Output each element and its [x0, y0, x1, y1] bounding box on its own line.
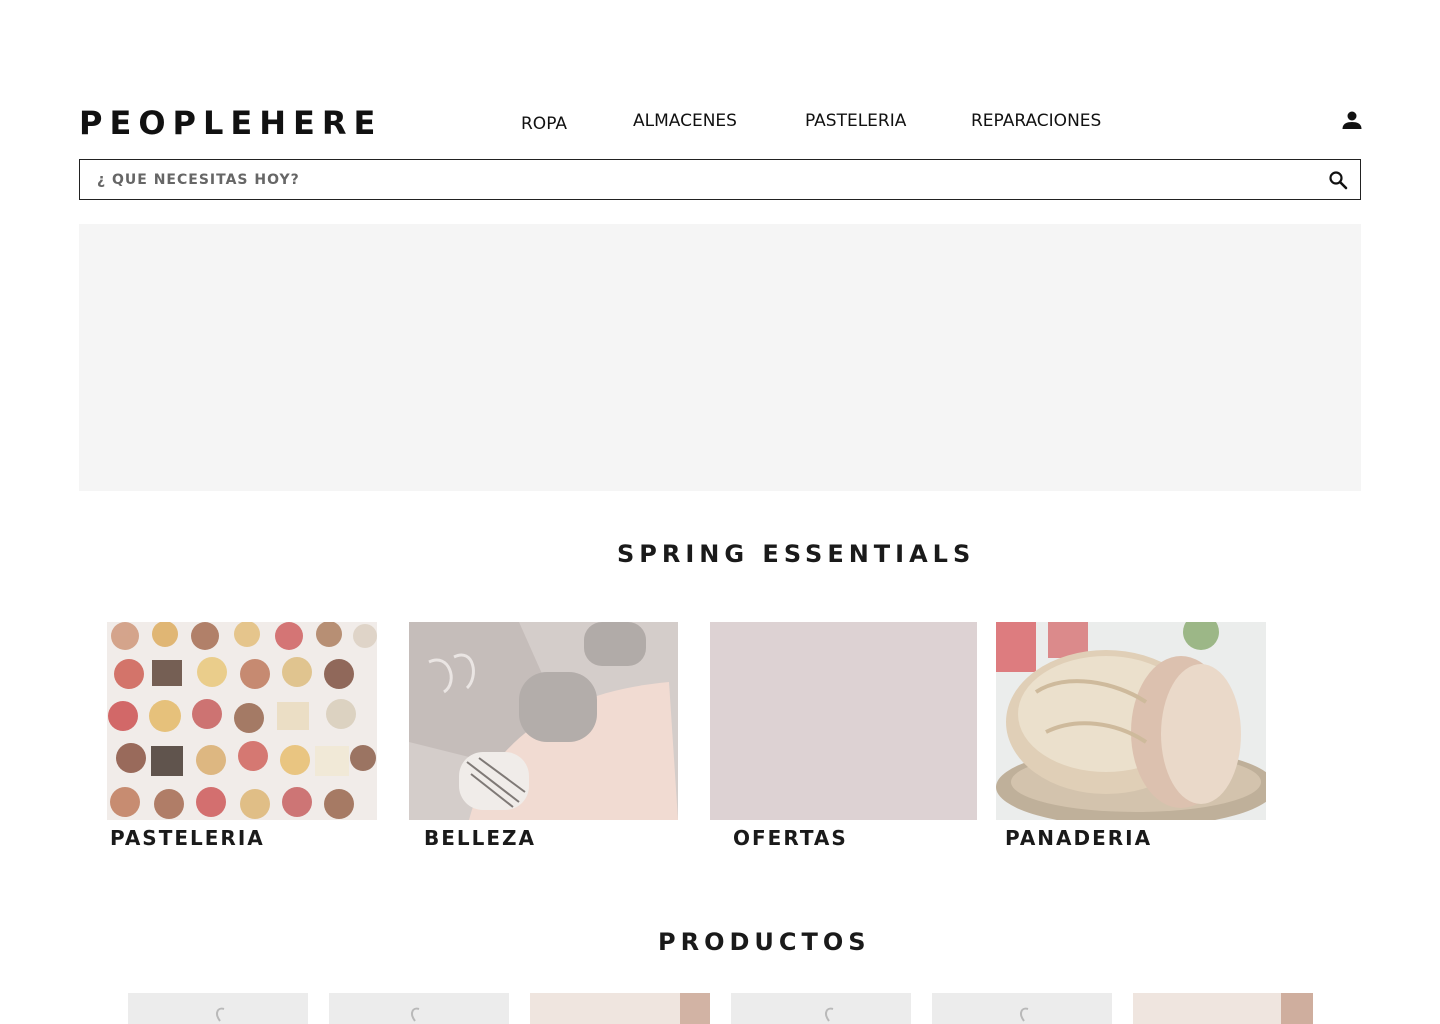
- nav-item-ropa[interactable]: ROPA: [521, 114, 567, 134]
- product-image: [825, 1007, 834, 1022]
- product-image: [1020, 1007, 1029, 1022]
- category-label-ofertas[interactable]: OFERTAS: [733, 826, 848, 850]
- product-card[interactable]: [329, 993, 509, 1024]
- product-card[interactable]: [1133, 993, 1313, 1024]
- nav-item-pasteleria[interactable]: PASTELERIA: [805, 111, 906, 131]
- bread-image: [996, 622, 1266, 820]
- category-card-pasteleria[interactable]: [107, 622, 377, 820]
- product-image: [1281, 993, 1313, 1024]
- category-card-belleza[interactable]: [409, 622, 678, 820]
- category-label-pasteleria[interactable]: PASTELERIA: [110, 826, 265, 850]
- search-bar: [79, 159, 1361, 200]
- hero-banner: [79, 224, 1361, 491]
- search-icon[interactable]: [1328, 170, 1348, 190]
- category-label-belleza[interactable]: BELLEZA: [424, 826, 536, 850]
- main-nav: ROPA ALMACENES PASTELERIA REPARACIONES: [0, 110, 1440, 140]
- nail-polish-image: [409, 622, 678, 820]
- pastries-image: [107, 622, 377, 820]
- section-title-spring-essentials: SPRING ESSENTIALS: [617, 540, 976, 568]
- nav-item-reparaciones[interactable]: REPARACIONES: [971, 111, 1101, 131]
- category-label-panaderia[interactable]: PANADERIA: [1005, 826, 1152, 850]
- user-icon[interactable]: [1340, 108, 1364, 132]
- search-input[interactable]: [80, 160, 1310, 199]
- product-card[interactable]: [731, 993, 911, 1024]
- product-card[interactable]: [932, 993, 1112, 1024]
- product-image: [680, 993, 710, 1024]
- product-image: [411, 1007, 420, 1022]
- category-card-ofertas[interactable]: [710, 622, 977, 820]
- product-card[interactable]: [530, 993, 710, 1024]
- product-image: [216, 1007, 225, 1022]
- product-card[interactable]: [128, 993, 308, 1024]
- nav-item-almacenes[interactable]: ALMACENES: [633, 111, 737, 131]
- section-title-productos: PRODUCTOS: [658, 928, 871, 956]
- category-card-panaderia[interactable]: [996, 622, 1266, 820]
